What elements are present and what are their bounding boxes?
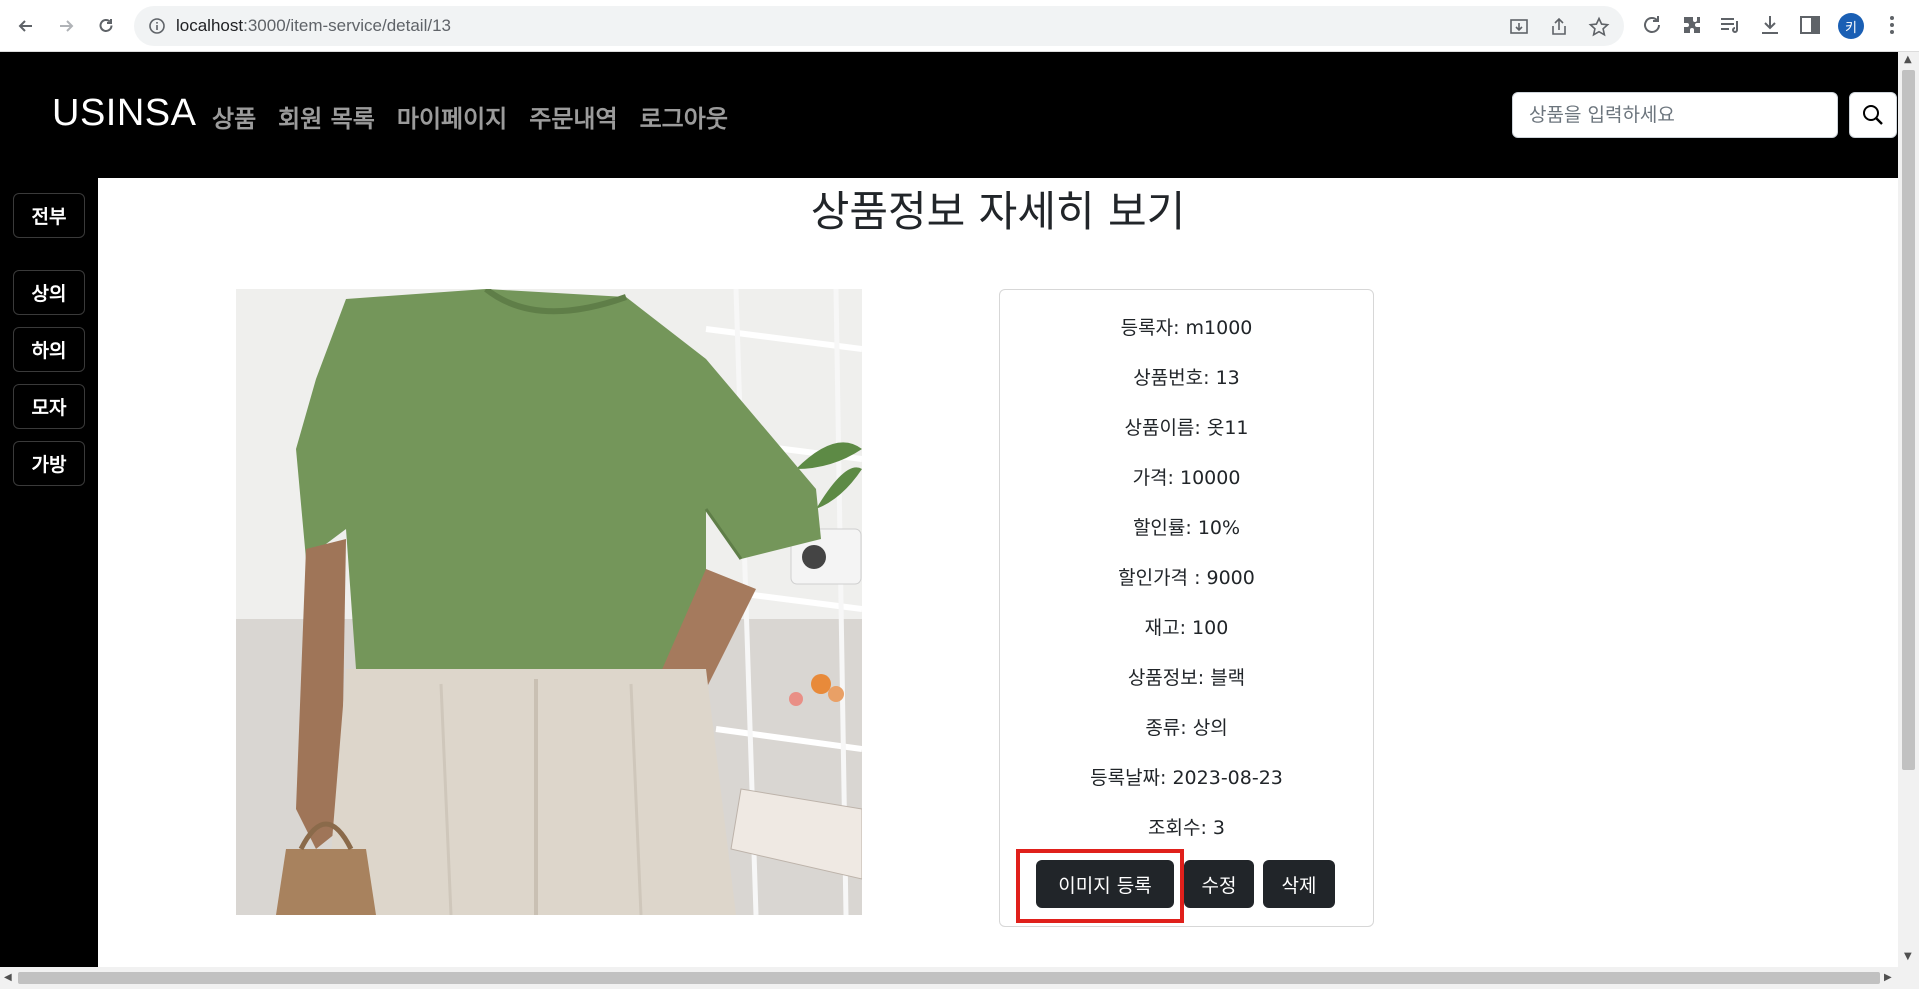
- info-registrant: 등록자: m1000: [1120, 317, 1253, 339]
- vertical-scrollbar[interactable]: ▲ ▼: [1898, 52, 1919, 967]
- address-bar[interactable]: localhost:3000/item-service/detail/13: [134, 6, 1624, 46]
- info-product-name: 상품이름: 옷11: [1124, 417, 1249, 439]
- url-text[interactable]: localhost:3000/item-service/detail/13: [176, 16, 451, 36]
- category-all-button[interactable]: 전부: [13, 193, 85, 238]
- scroll-up-arrow-icon[interactable]: ▲: [1904, 54, 1912, 65]
- nav-mypage[interactable]: 마이페이지: [397, 99, 507, 134]
- info-product-number: 상품번호: 13: [1133, 367, 1240, 389]
- info-registered-date: 등록날짜: 2023-08-23: [1090, 767, 1283, 789]
- scroll-down-arrow-icon[interactable]: ▼: [1904, 951, 1912, 962]
- nav-order-history[interactable]: 주문내역: [529, 99, 617, 134]
- nav-logout[interactable]: 로그아웃: [640, 99, 728, 134]
- search-input[interactable]: 상품을 입력하세요: [1512, 92, 1838, 138]
- info-price: 가격: 10000: [1132, 467, 1241, 489]
- url-host: localhost: [176, 16, 244, 35]
- image-register-button[interactable]: 이미지 등록: [1036, 860, 1174, 908]
- browser-toolbar: localhost:3000/item-service/detail/13 키: [0, 0, 1919, 52]
- product-info-card: 등록자: m1000 상품번호: 13 상품이름: 옷11 가격: 10000 …: [999, 289, 1374, 927]
- category-hat-button[interactable]: 모자: [13, 384, 85, 429]
- nav-products[interactable]: 상품: [212, 99, 256, 134]
- delete-button[interactable]: 삭제: [1263, 860, 1335, 908]
- page-title: 상품정보 자세히 보기: [810, 187, 1186, 236]
- search-icon: [1863, 105, 1883, 125]
- info-view-count: 조회수: 3: [1148, 817, 1225, 839]
- site-header: USINSA 상품 회원 목록 마이페이지 주문내역 로그아웃 상품을 입력하세…: [0, 52, 1898, 178]
- url-path: :3000/item-service/detail/13: [243, 16, 451, 35]
- category-top-button[interactable]: 상의: [13, 270, 85, 315]
- share-icon[interactable]: [1548, 16, 1570, 38]
- info-discount-rate: 할인률: 10%: [1132, 517, 1241, 539]
- more-menu-icon[interactable]: [1880, 13, 1904, 37]
- product-image: [236, 289, 862, 915]
- site-info-icon[interactable]: [148, 17, 166, 35]
- forward-icon[interactable]: [52, 12, 80, 40]
- side-panel-icon[interactable]: [1798, 13, 1822, 37]
- install-app-icon[interactable]: [1508, 16, 1530, 38]
- reload-icon[interactable]: [92, 12, 120, 40]
- info-description: 상품정보: 블랙: [1127, 667, 1246, 689]
- info-discount-price: 할인가격 : 9000: [1118, 567, 1255, 589]
- nav-member-list[interactable]: 회원 목록: [278, 99, 375, 134]
- scroll-left-arrow-icon[interactable]: ◀: [4, 972, 12, 983]
- back-icon[interactable]: [12, 12, 40, 40]
- extensions-icon[interactable]: [1680, 13, 1704, 37]
- search-button[interactable]: [1849, 92, 1897, 138]
- info-stock: 재고: 100: [1144, 617, 1229, 639]
- info-category: 종류: 상의: [1145, 717, 1228, 739]
- scroll-right-arrow-icon[interactable]: ▶: [1884, 972, 1892, 983]
- horizontal-scrollbar[interactable]: ◀ ▶: [0, 967, 1919, 989]
- category-bottom-button[interactable]: 하의: [13, 327, 85, 372]
- edit-button[interactable]: 수정: [1184, 860, 1254, 908]
- category-bag-button[interactable]: 가방: [13, 441, 85, 486]
- downloads-icon[interactable]: [1758, 13, 1782, 37]
- main-content: 상품정보 자세히 보기 등록자: m1000 상품번호: 13 상품이름: 옷1…: [98, 178, 1898, 967]
- brand-logo[interactable]: USINSA: [52, 92, 196, 135]
- vertical-scroll-thumb[interactable]: [1902, 70, 1915, 770]
- bookmark-star-icon[interactable]: [1588, 16, 1610, 38]
- category-sidebar: 전부 상의 하의 모자 가방: [0, 178, 98, 967]
- main-nav: 상품 회원 목록 마이페이지 주문내역 로그아웃: [212, 99, 728, 134]
- media-control-icon[interactable]: [1718, 13, 1742, 37]
- refresh-extension-icon[interactable]: [1640, 13, 1664, 37]
- horizontal-scroll-thumb[interactable]: [18, 972, 1880, 984]
- profile-avatar[interactable]: 키: [1838, 13, 1864, 39]
